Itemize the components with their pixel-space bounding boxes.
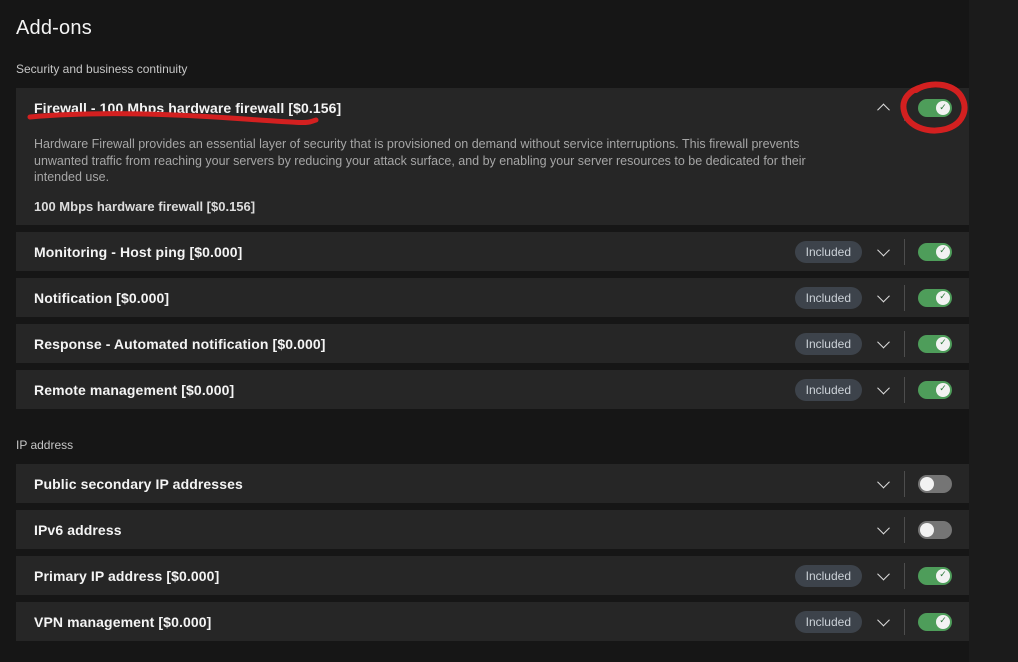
included-badge: Included	[795, 333, 862, 355]
addon-row-firewall-header[interactable]: Firewall - 100 Mbps hardware firewall [$…	[16, 88, 969, 128]
chevron-down-glyph	[877, 290, 890, 303]
page-title: Add-ons	[16, 17, 92, 40]
toggle-knob: ✓	[936, 101, 950, 115]
control-divider	[904, 285, 905, 311]
chevron-down-glyph	[877, 336, 890, 349]
chevron-down-icon[interactable]	[875, 290, 891, 306]
chevron-down-icon[interactable]	[875, 476, 891, 492]
chevron-down-icon[interactable]	[875, 522, 891, 538]
addon-panel-firewall: Firewall - 100 Mbps hardware firewall [$…	[16, 88, 969, 225]
public-secondary-ip-toggle[interactable]: ✓	[918, 475, 952, 493]
addon-row-vpn-management[interactable]: VPN management [$0.000] Included ✓	[16, 602, 969, 641]
toggle-knob: ✓	[936, 383, 950, 397]
addons-page: Add-ons Security and business continuity…	[0, 0, 1018, 662]
check-icon: ✓	[939, 104, 947, 113]
page-right-margin	[969, 0, 1018, 662]
primary-ip-toggle[interactable]: ✓	[918, 567, 952, 585]
included-badge: Included	[795, 565, 862, 587]
row-title: VPN management [$0.000]	[34, 614, 211, 630]
chevron-down-glyph	[877, 522, 890, 535]
control-divider	[904, 563, 905, 589]
remote-management-toggle[interactable]: ✓	[918, 381, 952, 399]
addon-row-notification[interactable]: Notification [$0.000] Included ✓	[16, 278, 969, 317]
check-icon: ✓	[939, 617, 947, 626]
firewall-description: Hardware Firewall provides an essential …	[34, 136, 846, 186]
monitoring-toggle[interactable]: ✓	[918, 243, 952, 261]
included-badge: Included	[795, 611, 862, 633]
toggle-knob: ✓	[936, 615, 950, 629]
toggle-knob: ✓	[936, 569, 950, 583]
row-title: Public secondary IP addresses	[34, 476, 243, 492]
addon-row-primary-ip[interactable]: Primary IP address [$0.000] Included ✓	[16, 556, 969, 595]
row-controls: ✓	[875, 517, 952, 543]
row-title: Primary IP address [$0.000]	[34, 568, 219, 584]
chevron-down-glyph	[877, 244, 890, 257]
notification-toggle[interactable]: ✓	[918, 289, 952, 307]
row-title: Remote management [$0.000]	[34, 382, 234, 398]
chevron-up-glyph	[877, 103, 890, 116]
chevron-down-icon[interactable]	[875, 336, 891, 352]
row-controls: Included ✓	[795, 563, 952, 589]
control-divider	[904, 609, 905, 635]
control-divider	[904, 377, 905, 403]
chevron-down-glyph	[877, 476, 890, 489]
row-title: Notification [$0.000]	[34, 290, 169, 306]
section-label-ip-address: IP address	[16, 438, 73, 452]
included-badge: Included	[795, 287, 862, 309]
chevron-up-icon[interactable]	[875, 100, 891, 116]
addon-row-remote-management[interactable]: Remote management [$0.000] Included ✓	[16, 370, 969, 409]
chevron-down-icon[interactable]	[875, 382, 891, 398]
row-controls: ✓	[875, 471, 952, 497]
check-icon: ✓	[939, 571, 947, 580]
chevron-down-glyph	[877, 614, 890, 627]
addon-row-ipv6[interactable]: IPv6 address ✓	[16, 510, 969, 549]
chevron-down-glyph	[877, 568, 890, 581]
section-label-security: Security and business continuity	[16, 62, 187, 76]
toggle-knob: ✓	[936, 291, 950, 305]
toggle-knob: ✓	[920, 477, 934, 491]
row-controls: Included ✓	[795, 285, 952, 311]
row-controls: Included ✓	[795, 239, 952, 265]
addon-row-public-secondary-ip[interactable]: Public secondary IP addresses ✓	[16, 464, 969, 503]
firewall-toggle[interactable]: ✓	[918, 99, 952, 117]
check-icon: ✓	[939, 293, 947, 302]
vpn-management-toggle[interactable]: ✓	[918, 613, 952, 631]
addon-row-monitoring[interactable]: Monitoring - Host ping [$0.000] Included…	[16, 232, 969, 271]
check-icon: ✓	[939, 247, 947, 256]
chevron-down-icon[interactable]	[875, 568, 891, 584]
check-icon: ✓	[939, 339, 947, 348]
toggle-knob: ✓	[936, 245, 950, 259]
row-title: Monitoring - Host ping [$0.000]	[34, 244, 242, 260]
control-divider	[904, 331, 905, 357]
control-divider	[904, 239, 905, 265]
control-divider	[904, 517, 905, 543]
firewall-selected-option: 100 Mbps hardware firewall [$0.156]	[34, 199, 951, 214]
firewall-row-title: Firewall - 100 Mbps hardware firewall [$…	[34, 100, 341, 116]
chevron-down-glyph	[877, 382, 890, 395]
control-divider	[904, 95, 905, 121]
row-controls: Included ✓	[795, 609, 952, 635]
chevron-down-icon[interactable]	[875, 614, 891, 630]
row-title: Response - Automated notification [$0.00…	[34, 336, 326, 352]
included-badge: Included	[795, 379, 862, 401]
row-controls: Included ✓	[795, 377, 952, 403]
firewall-row-controls: ✓	[875, 95, 952, 121]
check-icon: ✓	[939, 385, 947, 394]
included-badge: Included	[795, 241, 862, 263]
control-divider	[904, 471, 905, 497]
chevron-down-icon[interactable]	[875, 244, 891, 260]
addon-row-response[interactable]: Response - Automated notification [$0.00…	[16, 324, 969, 363]
toggle-knob: ✓	[920, 523, 934, 537]
response-toggle[interactable]: ✓	[918, 335, 952, 353]
toggle-knob: ✓	[936, 337, 950, 351]
row-controls: Included ✓	[795, 331, 952, 357]
row-title: IPv6 address	[34, 522, 122, 538]
ipv6-toggle[interactable]: ✓	[918, 521, 952, 539]
